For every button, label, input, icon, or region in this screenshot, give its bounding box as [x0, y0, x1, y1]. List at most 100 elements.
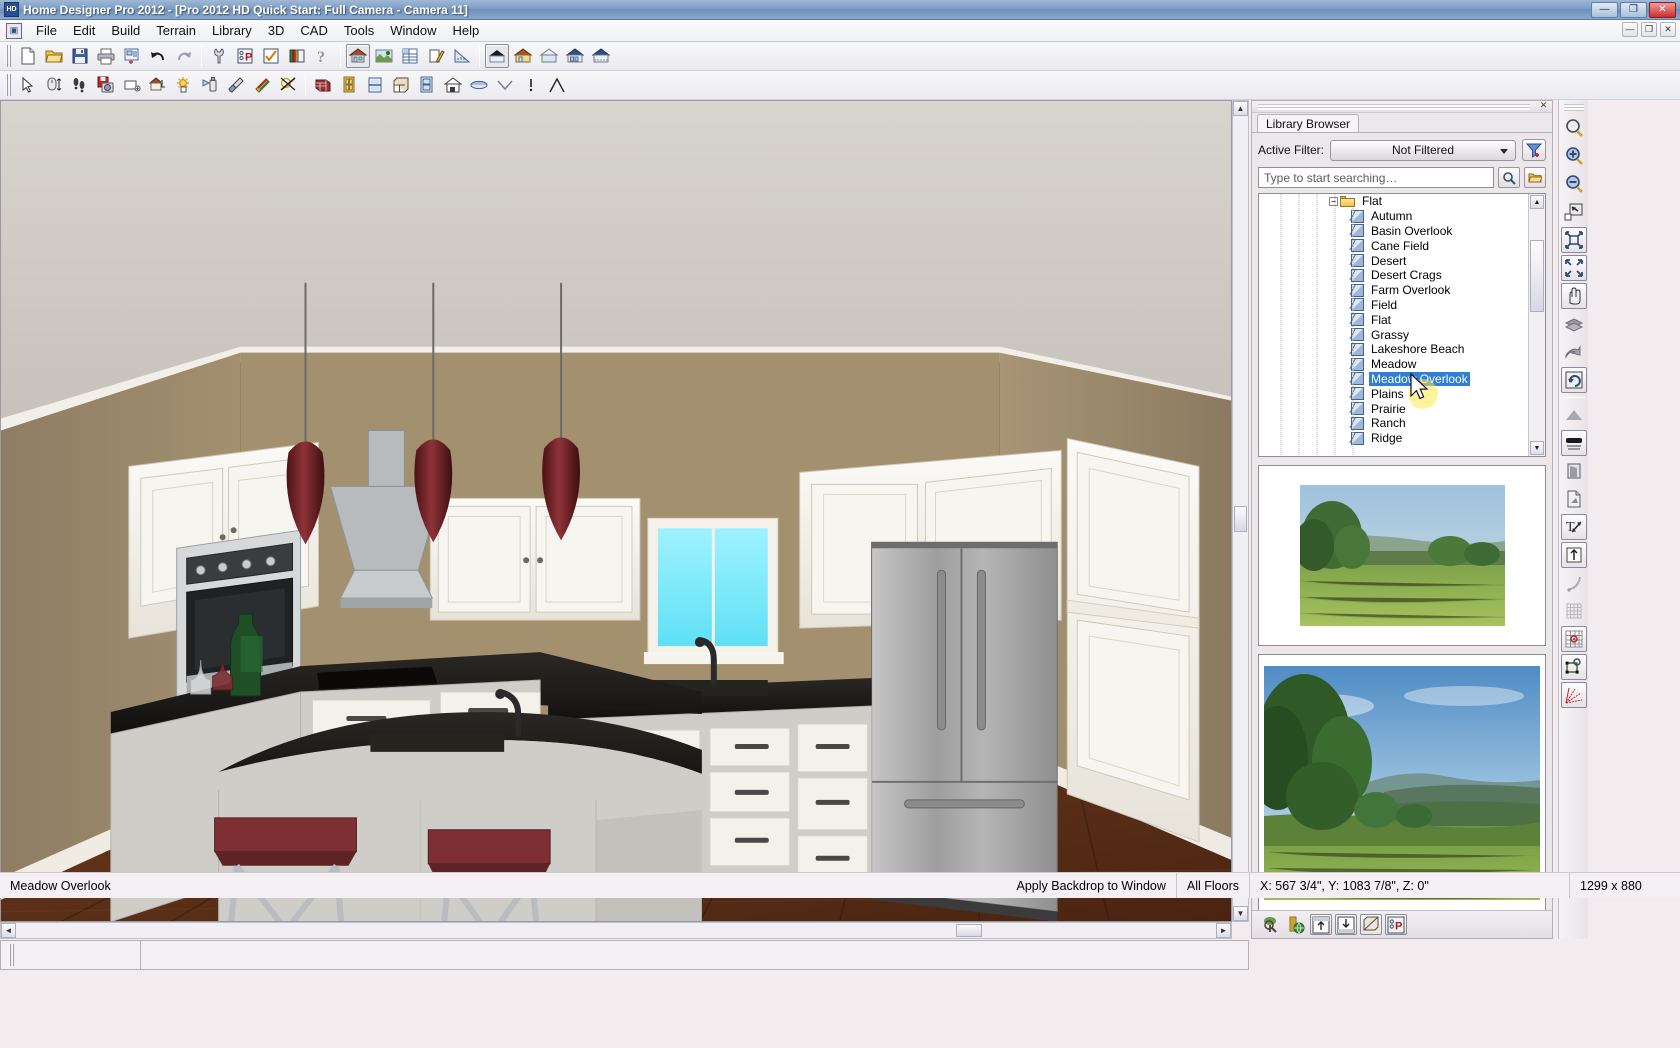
- library-preview-small[interactable]: [1258, 465, 1546, 646]
- refresh-display-button[interactable]: [1561, 367, 1587, 393]
- measure-button[interactable]: [450, 44, 474, 68]
- wall-elevation-button[interactable]: [1561, 458, 1587, 484]
- camera-view[interactable]: [0, 100, 1232, 922]
- fill-window-building-button[interactable]: [1561, 227, 1587, 253]
- menu-3d[interactable]: 3D: [260, 21, 293, 40]
- tree-item-meadow[interactable]: Meadow: [1259, 357, 1528, 372]
- page-corner-button[interactable]: [1561, 486, 1587, 512]
- vtoolbar-grip[interactable]: [1564, 104, 1584, 111]
- maximize-button[interactable]: ❐: [1620, 2, 1647, 18]
- fill-window-button[interactable]: [1561, 199, 1587, 225]
- print-button[interactable]: [94, 44, 118, 68]
- undo-button[interactable]: [146, 44, 170, 68]
- cad-point-button[interactable]: [1561, 654, 1587, 680]
- mdi-restore-button[interactable]: ❐: [1641, 22, 1657, 37]
- menu-file[interactable]: File: [28, 21, 65, 40]
- search-button[interactable]: [1498, 167, 1520, 188]
- open-plan-button[interactable]: [42, 44, 66, 68]
- tree-item-ridge[interactable]: Ridge: [1259, 431, 1528, 446]
- panel-bottom-button[interactable]: [1335, 914, 1357, 935]
- tree-item-lakeshore-beach[interactable]: Lakeshore Beach: [1259, 342, 1528, 357]
- sun-angle-button[interactable]: [172, 73, 196, 97]
- room-button[interactable]: [441, 73, 465, 97]
- dimension-fan-button[interactable]: [1561, 682, 1587, 708]
- library-browser-button[interactable]: [285, 44, 309, 68]
- material-painter-button[interactable]: [250, 73, 274, 97]
- search-library-button[interactable]: [1260, 914, 1282, 935]
- materials-list-button[interactable]: [398, 44, 422, 68]
- panel-top-button[interactable]: [1310, 914, 1332, 935]
- camera-horizontal-scrollbar[interactable]: ◄ ►: [0, 922, 1232, 939]
- previous-view-button[interactable]: [1561, 311, 1587, 337]
- tree-root-flat[interactable]: − Flat: [1259, 194, 1528, 209]
- pan-window-button[interactable]: [1561, 283, 1587, 309]
- tree-item-farm-overlook[interactable]: Farm Overlook: [1259, 283, 1528, 298]
- fill-window-selected-button[interactable]: [1561, 255, 1587, 281]
- select-objects-button[interactable]: [16, 73, 40, 97]
- active-filter-select[interactable]: Not Filtered: [1330, 140, 1516, 161]
- brick-wall-button[interactable]: [311, 73, 335, 97]
- menu-cad[interactable]: CAD: [292, 21, 335, 40]
- save-plan-button[interactable]: [68, 44, 92, 68]
- tree-item-plains[interactable]: Plains: [1259, 386, 1528, 401]
- spray-material-button[interactable]: [198, 73, 222, 97]
- tree-item-cane-field[interactable]: Cane Field: [1259, 238, 1528, 253]
- angled-line-button[interactable]: [545, 73, 569, 97]
- insert-arrow-button[interactable]: [1561, 542, 1587, 568]
- help-button[interactable]: ?: [311, 44, 335, 68]
- appliance-button[interactable]: [415, 73, 439, 97]
- document-icon[interactable]: ▣: [6, 23, 22, 39]
- grid-button[interactable]: [1561, 598, 1587, 624]
- roof-floor-1-button[interactable]: [485, 44, 509, 68]
- tree-item-field[interactable]: Field: [1259, 298, 1528, 313]
- tree-item-basin-overlook[interactable]: Basin Overlook: [1259, 224, 1528, 239]
- delete-surface-button[interactable]: [276, 73, 300, 97]
- tree-item-meadow-overlook[interactable]: Meadow Overlook: [1259, 372, 1528, 387]
- edit-toolbar-grip[interactable]: [8, 944, 15, 966]
- roof-floor-4-button[interactable]: [563, 44, 587, 68]
- zoom-tool-button[interactable]: [1561, 115, 1587, 141]
- kitchen-3d-render[interactable]: [1, 101, 1231, 922]
- tab-library-browser[interactable]: Library Browser: [1257, 114, 1359, 132]
- tree-item-desert[interactable]: Desert: [1259, 253, 1528, 268]
- menu-build[interactable]: Build: [103, 21, 148, 40]
- define-filter-button[interactable]: [1522, 139, 1546, 161]
- horizontal-scroll-thumb[interactable]: [956, 924, 982, 937]
- mouse-orbit-button[interactable]: [42, 73, 66, 97]
- foundation-tool-button[interactable]: [1561, 430, 1587, 456]
- scroll-down-arrow[interactable]: ▼: [1233, 906, 1248, 921]
- chevron-down-button[interactable]: [493, 73, 517, 97]
- next-view-button[interactable]: [1561, 339, 1587, 365]
- window-button[interactable]: [363, 73, 387, 97]
- roof-floor-3-button[interactable]: [537, 44, 561, 68]
- cabinet-button[interactable]: [389, 73, 413, 97]
- minimize-button[interactable]: —: [1591, 2, 1618, 18]
- tree-scroll-thumb[interactable]: [1530, 240, 1544, 312]
- tree-item-grassy[interactable]: Grassy: [1259, 327, 1528, 342]
- menu-edit[interactable]: Edit: [65, 21, 103, 40]
- tree-item-flat[interactable]: Flat: [1259, 312, 1528, 327]
- tree-item-autumn[interactable]: Autumn: [1259, 209, 1528, 224]
- scroll-left-arrow[interactable]: ◄: [1, 923, 16, 938]
- new-plan-button[interactable]: [16, 44, 40, 68]
- library-panel-titlebar[interactable]: ✕: [1252, 101, 1552, 113]
- browse-folder-button[interactable]: [1524, 167, 1546, 188]
- menu-library[interactable]: Library: [204, 21, 260, 40]
- door-button[interactable]: [337, 73, 361, 97]
- toolbar-grip[interactable]: [5, 45, 12, 67]
- menu-terrain[interactable]: Terrain: [148, 21, 204, 40]
- library-panel-grip[interactable]: [1258, 104, 1530, 110]
- text-tool-button[interactable]: T: [1561, 514, 1587, 540]
- save-camera-image-button[interactable]: [94, 73, 118, 97]
- tree-item-desert-crags[interactable]: Desert Crags: [1259, 268, 1528, 283]
- exclamation-button[interactable]: [519, 73, 543, 97]
- library-tree[interactable]: − Flat Autumn Basin Overlook: [1258, 193, 1546, 457]
- soffit-button[interactable]: [467, 73, 491, 97]
- check-options-button[interactable]: [259, 44, 283, 68]
- grid-snap-button[interactable]: [1561, 626, 1587, 652]
- plan-defaults-button[interactable]: P: [233, 44, 257, 68]
- edit-note-button[interactable]: [424, 44, 448, 68]
- collapse-icon[interactable]: −: [1329, 197, 1338, 206]
- zoom-out-button[interactable]: [1561, 171, 1587, 197]
- tree-scroll-down-arrow[interactable]: ▼: [1530, 441, 1544, 455]
